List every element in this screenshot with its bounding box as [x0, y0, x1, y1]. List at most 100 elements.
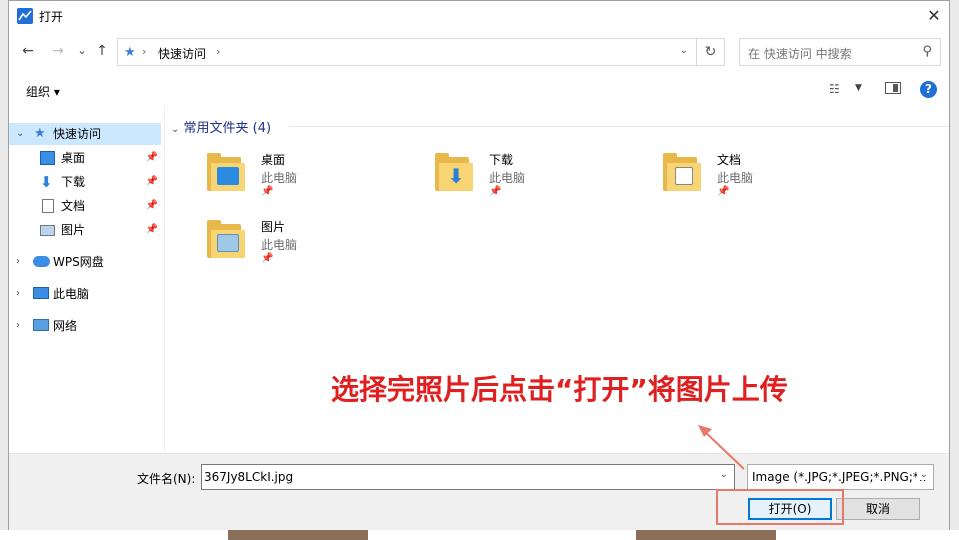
pin-icon: 📌 [717, 186, 730, 197]
pin-icon: 📌 [145, 176, 158, 187]
preview-pane-icon[interactable] [885, 82, 901, 94]
cloud-icon [33, 256, 50, 267]
annotation-arrow-icon [698, 425, 745, 470]
view-options-icon[interactable]: ☷ [829, 82, 845, 96]
folder-name: 下载 [489, 153, 514, 167]
pictures-icon [40, 225, 55, 236]
breadcrumb-chevron-icon[interactable]: › [216, 45, 220, 58]
address-bar[interactable]: ★ › 快速访问 › ⌄ [117, 38, 697, 66]
sidebar-item-label: 快速访问 [53, 127, 102, 141]
folder-name: 文档 [717, 153, 742, 167]
chevron-right-icon[interactable]: › [16, 283, 20, 305]
open-button-highlight [716, 489, 844, 525]
sidebar-item-label: 文档 [61, 199, 86, 213]
group-header-label: 常用文件夹 (4) [183, 121, 272, 136]
pin-icon: 📌 [489, 186, 502, 197]
sidebar-item-desktop[interactable]: 桌面 📌 [9, 147, 161, 169]
folder-icon [207, 153, 245, 193]
filename-input[interactable]: 367Jy8LCkI.jpg ⌄ [201, 464, 735, 490]
app-icon [17, 8, 33, 24]
sidebar-item-label: 桌面 [61, 151, 86, 165]
sidebar-item-label: 网络 [53, 319, 78, 333]
organize-menu[interactable]: 组织 ▾ [26, 83, 60, 100]
sidebar-item-label: 下载 [61, 175, 86, 189]
group-header[interactable]: ⌄ 常用文件夹 (4) [171, 117, 271, 136]
folder-tile-desktop[interactable]: 桌面 此电脑 📌 [171, 147, 371, 207]
chevron-down-icon[interactable]: ⌄ [916, 469, 928, 480]
folder-location: 此电脑 [489, 171, 526, 185]
cancel-button[interactable]: 取消 [836, 498, 920, 520]
back-arrow-icon[interactable]: ← [19, 42, 37, 60]
filename-value: 367Jy8LCkI.jpg [204, 470, 294, 484]
refresh-button[interactable]: ↻ [697, 38, 725, 66]
instruction-annotation: 选择完照片后点击“打开”将图片上传 [331, 373, 788, 406]
forward-arrow-icon[interactable]: → [49, 42, 67, 60]
sidebar-item-documents[interactable]: 文档 📌 [9, 195, 161, 217]
folder-icon [663, 153, 701, 193]
folder-location: 此电脑 [717, 171, 754, 185]
pin-icon: 📌 [261, 186, 274, 197]
sidebar-item-downloads[interactable]: ⬇ 下载 📌 [9, 171, 161, 193]
desktop-icon [217, 167, 239, 185]
chevron-down-icon[interactable]: ⌄ [171, 124, 179, 135]
sidebar-item-pictures[interactable]: 图片 📌 [9, 219, 161, 241]
star-pin-icon: ★ [124, 45, 136, 60]
title-bar: 打开 ✕ [9, 1, 949, 31]
sidebar-item-quick-access[interactable]: ⌄ ★ 快速访问 [9, 123, 161, 145]
folder-tile-pictures[interactable]: 图片 此电脑 📌 [171, 214, 371, 274]
document-icon [42, 199, 54, 213]
group-divider [289, 126, 949, 127]
folder-location: 此电脑 [261, 238, 298, 252]
chevron-right-icon[interactable]: › [16, 315, 20, 337]
navigation-bar: ← → ⌄ ↑ ★ › 快速访问 › ⌄ ↻ 在 快速访问 中搜索 ⚲ [9, 36, 949, 68]
chevron-down-icon[interactable]: ⌄ [16, 123, 24, 145]
sidebar-item-label: WPS网盘 [53, 255, 104, 269]
background-photo-right [636, 530, 776, 540]
background-strip [0, 530, 959, 540]
recent-locations-icon[interactable]: ⌄ [73, 42, 91, 60]
window-title: 打开 [39, 10, 64, 24]
network-icon [33, 319, 49, 331]
filename-label: 文件名(N): [137, 472, 196, 486]
folder-name: 桌面 [261, 153, 286, 167]
sidebar-item-this-pc[interactable]: › 此电脑 [9, 283, 161, 305]
sidebar-item-wps-cloud[interactable]: › WPS网盘 [9, 251, 161, 273]
folder-location: 此电脑 [261, 171, 298, 185]
command-bar: 组织 ▾ ☷ ▼ ? [9, 77, 949, 103]
breadcrumb-chevron-icon[interactable]: › [142, 45, 146, 58]
document-icon [675, 167, 693, 185]
computer-icon [33, 287, 49, 299]
download-icon: ⬇ [447, 164, 465, 188]
download-icon: ⬇ [40, 173, 53, 191]
open-file-dialog: 打开 ✕ ← → ⌄ ↑ ★ › 快速访问 › ⌄ ↻ 在 快速访问 中搜索 ⚲… [8, 0, 950, 530]
file-type-value: Image (*.JPG;*.JPEG;*.PNG;*.I [752, 470, 927, 484]
folder-tile-downloads[interactable]: ⬇ 下载 此电脑 📌 [399, 147, 599, 207]
file-type-select[interactable]: Image (*.JPG;*.JPEG;*.PNG;*.I ⌄ [747, 464, 934, 490]
pin-icon: 📌 [145, 152, 158, 163]
pin-icon: 📌 [261, 253, 274, 264]
folder-icon [207, 220, 245, 260]
chevron-right-icon[interactable]: › [16, 251, 20, 273]
sidebar-item-label: 图片 [61, 223, 86, 237]
folder-icon: ⬇ [435, 153, 473, 193]
desktop-icon [40, 151, 55, 165]
star-pin-icon: ★ [34, 126, 46, 141]
pin-icon: 📌 [145, 224, 158, 235]
background-photo-left [228, 530, 368, 540]
pictures-icon [217, 234, 239, 252]
close-button[interactable]: ✕ [919, 1, 949, 31]
search-placeholder: 在 快速访问 中搜索 [748, 47, 852, 61]
breadcrumb-quick-access[interactable]: 快速访问 [158, 45, 206, 62]
navigation-pane: ⌄ ★ 快速访问 桌面 📌 ⬇ 下载 📌 文档 📌 图片 📌 › WPS网盘 ›… [9, 105, 165, 453]
up-arrow-icon[interactable]: ↑ [93, 42, 111, 60]
view-dropdown-icon[interactable]: ▼ [855, 83, 862, 93]
folder-name: 图片 [261, 220, 286, 234]
pin-icon: 📌 [145, 200, 158, 211]
search-input[interactable]: 在 快速访问 中搜索 ⚲ [739, 38, 941, 66]
sidebar-item-label: 此电脑 [53, 287, 90, 301]
search-icon: ⚲ [922, 44, 932, 59]
folder-tile-documents[interactable]: 文档 此电脑 📌 [627, 147, 827, 207]
help-icon[interactable]: ? [920, 81, 937, 98]
chevron-down-icon[interactable]: ⌄ [680, 45, 688, 56]
sidebar-item-network[interactable]: › 网络 [9, 315, 161, 337]
